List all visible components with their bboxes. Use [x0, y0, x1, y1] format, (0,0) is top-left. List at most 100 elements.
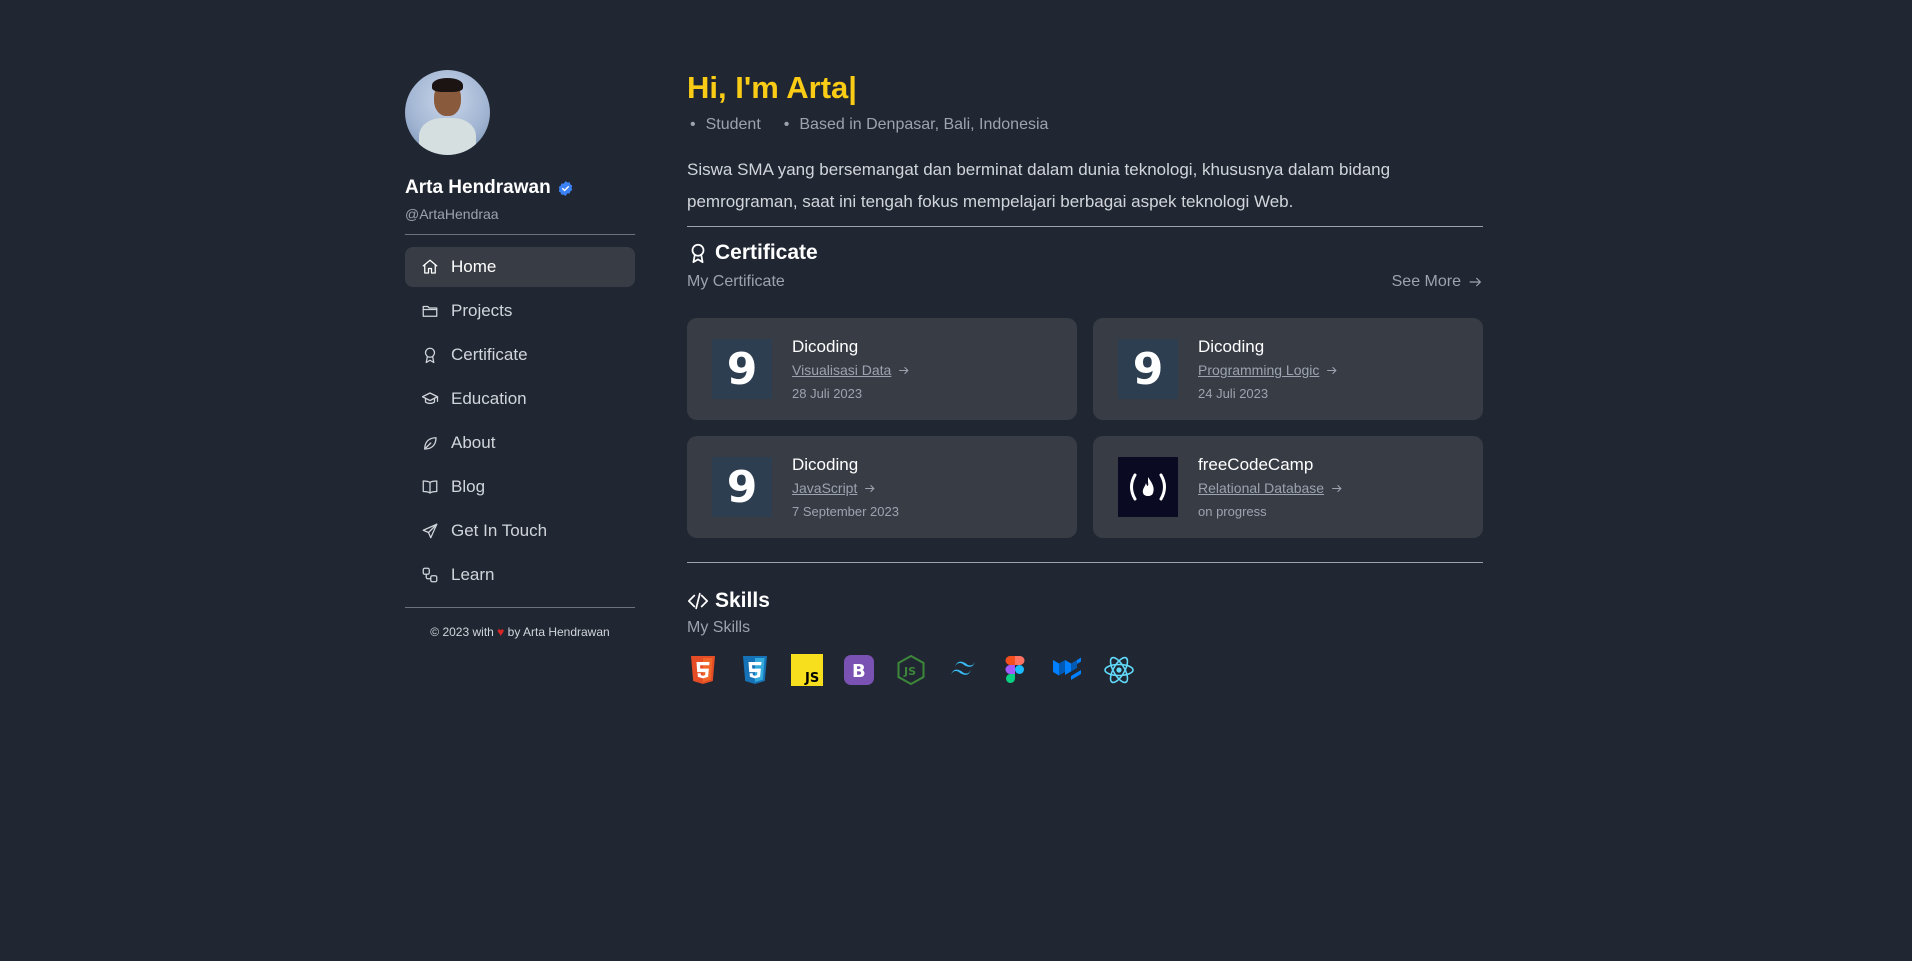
skills-title: Skills	[715, 589, 770, 612]
certificate-course-link[interactable]: JavaScript	[792, 480, 899, 496]
footer-credit: © 2023 with ♥ by Arta Hendrawan	[405, 625, 635, 639]
certificate-issuer: freeCodeCamp	[1198, 455, 1314, 474]
graduation-cap-icon	[421, 392, 439, 405]
certificate-card[interactable]: freeCodeCamp Relational Database on prog…	[1093, 436, 1483, 538]
certificate-subrow: My Certificate See More	[687, 273, 1483, 291]
profile-handle: @ArtaHendraa	[405, 206, 499, 222]
skills-heading: Skills	[687, 589, 1483, 613]
certificate-subtitle: My Certificate	[687, 273, 785, 290]
workflow-icon	[422, 567, 438, 583]
see-more-label: See More	[1391, 273, 1461, 290]
css3-icon[interactable]	[739, 654, 771, 686]
certificate-issuer: Dicoding	[792, 455, 859, 474]
footer-suffix: by Arta Hendrawan	[507, 625, 610, 639]
sidebar-item-label: Home	[451, 257, 497, 276]
certificate-issuer: Dicoding	[1198, 337, 1265, 356]
code-icon	[687, 592, 709, 610]
divider	[405, 234, 635, 235]
dicoding-logo-icon: 9	[712, 339, 772, 399]
sidebar-item-label: Get In Touch	[451, 521, 548, 540]
sidebar-item-label: Education	[451, 389, 527, 408]
svg-text:JS: JS	[804, 671, 819, 686]
certificate-date: 24 Juli 2023	[1198, 386, 1269, 401]
freecodecamp-logo-icon	[1118, 457, 1178, 517]
main-content: Hi, I'm Arta| Student Based in Denpasar,…	[687, 70, 1483, 686]
award-icon	[691, 243, 705, 264]
certificate-card[interactable]: 9 Dicoding Visualisasi Data 28 Juli 2023	[687, 318, 1077, 420]
certificate-course: Programming Logic	[1198, 362, 1320, 378]
certificate-card[interactable]: 9 Dicoding Programming Logic 24 Juli 202…	[1093, 318, 1483, 420]
certificate-course: Relational Database	[1198, 480, 1325, 496]
leaf-icon	[424, 437, 437, 450]
hero-bio: Siswa SMA yang bersemangat dan berminat …	[687, 160, 1391, 211]
avatar[interactable]	[405, 70, 490, 155]
skills-subtitle: My Skills	[687, 619, 751, 636]
send-icon	[422, 523, 438, 539]
svg-text:B: B	[852, 661, 866, 682]
arrow-right-icon	[1469, 277, 1482, 287]
arrow-right-icon	[865, 484, 875, 492]
divider	[687, 226, 1483, 227]
sidebar-item-label: About	[451, 433, 496, 452]
skills-list: JS B JS	[687, 654, 1483, 686]
certificate-date: on progress	[1198, 504, 1267, 519]
arrow-right-icon	[1327, 366, 1337, 374]
sidebar-item-label: Certificate	[451, 345, 528, 364]
certificate-course-link[interactable]: Programming Logic	[1198, 362, 1338, 378]
tag-role: Student	[687, 116, 761, 134]
footer-prefix: © 2023 with	[430, 625, 494, 639]
sidebar-item-label: Projects	[451, 301, 513, 320]
certificate-date: 28 Juli 2023	[792, 386, 863, 401]
certificate-course: JavaScript	[792, 480, 858, 496]
folder-icon	[422, 305, 438, 317]
hero-tags: Student Based in Denpasar, Bali, Indones…	[687, 116, 1483, 134]
verified-badge-icon	[558, 180, 572, 196]
svg-text:JS: JS	[903, 665, 916, 678]
sidebar-item-certificate[interactable]: Certificate	[405, 335, 635, 375]
sidebar-item-label: Learn	[451, 565, 495, 584]
react-icon[interactable]	[1103, 654, 1135, 686]
certificate-issuer: Dicoding	[792, 337, 859, 356]
sidebar-item-label: Blog	[451, 477, 486, 496]
tag-location: Based in Denpasar, Bali, Indonesia	[781, 116, 1048, 134]
certificate-heading: Certificate	[687, 241, 1483, 265]
skills-subrow: My Skills	[687, 619, 1483, 637]
sidebar-nav: Home Projects Certificate Education Abou…	[405, 247, 635, 595]
profile-name: Arta Hendrawan	[405, 177, 551, 198]
sidebar-item-blog[interactable]: Blog	[405, 467, 635, 507]
certificate-course-link[interactable]: Relational Database	[1198, 480, 1343, 496]
sidebar-item-education[interactable]: Education	[405, 379, 635, 419]
book-icon	[422, 480, 438, 494]
sidebar-item-projects[interactable]: Projects	[405, 291, 635, 331]
see-more-link[interactable]: See More	[1392, 273, 1483, 291]
sidebar-item-about[interactable]: About	[405, 423, 635, 463]
certificate-course-link[interactable]: Visualisasi Data	[792, 362, 910, 378]
figma-icon[interactable]	[999, 654, 1031, 686]
arrow-right-icon	[1332, 484, 1342, 492]
sidebar-item-get-in-touch[interactable]: Get In Touch	[405, 511, 635, 551]
dicoding-logo-icon: 9	[1118, 339, 1178, 399]
divider	[405, 607, 635, 608]
certificate-date: 7 September 2023	[792, 504, 899, 519]
hero-greeting: Hi, I'm Arta|	[687, 70, 857, 105]
arrow-right-icon	[899, 366, 909, 374]
html5-icon[interactable]	[687, 654, 719, 686]
dicoding-logo-icon: 9	[712, 457, 772, 517]
sidebar: Arta Hendrawan @ArtaHendraa Home Project…	[405, 70, 635, 639]
tailwind-icon[interactable]	[947, 654, 979, 686]
certificate-title: Certificate	[715, 241, 818, 264]
sidebar-item-learn[interactable]: Learn	[405, 555, 635, 595]
home-icon	[422, 259, 438, 274]
certificate-course: Visualisasi Data	[792, 362, 892, 378]
mui-icon[interactable]	[1051, 654, 1083, 686]
profile-name-row: Arta Hendrawan	[405, 177, 635, 199]
heart-icon: ♥	[497, 625, 505, 639]
divider	[687, 562, 1483, 563]
award-icon	[424, 347, 436, 364]
certificate-grid: 9 Dicoding Visualisasi Data 28 Juli 2023…	[687, 318, 1483, 538]
certificate-card[interactable]: 9 Dicoding JavaScript 7 September 2023	[687, 436, 1077, 538]
bootstrap-icon[interactable]: B	[843, 654, 875, 686]
sidebar-item-home[interactable]: Home	[405, 247, 635, 287]
javascript-icon[interactable]: JS	[791, 654, 823, 686]
nodejs-icon[interactable]: JS	[895, 654, 927, 686]
